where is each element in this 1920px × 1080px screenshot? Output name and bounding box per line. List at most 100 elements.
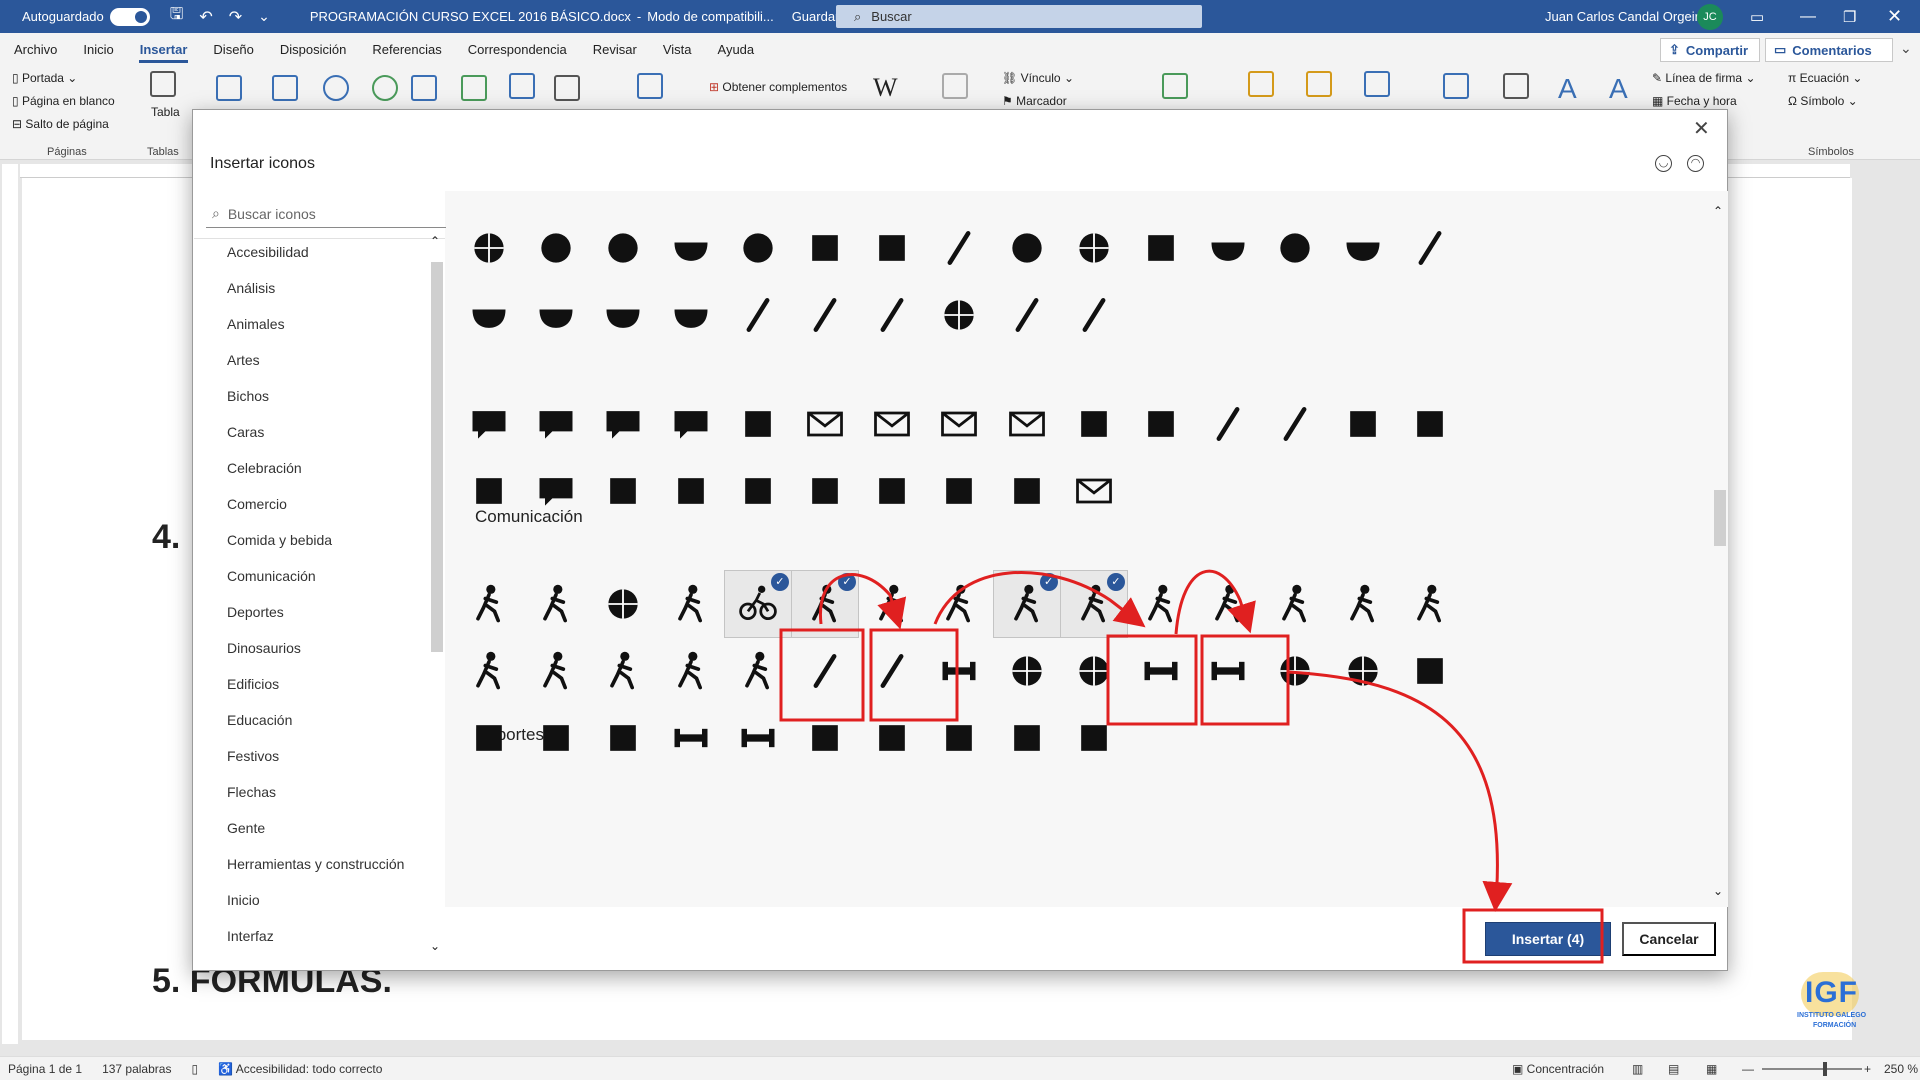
avatar[interactable]: JC [1697, 4, 1723, 30]
link-button[interactable]: ⛓ Vínculo ⌄ [1002, 71, 1074, 85]
skiing-icon[interactable]: ✓ [791, 570, 859, 638]
kayak-icon[interactable] [925, 704, 993, 772]
get-addins-button[interactable]: ⊞ Obtener complementos [709, 80, 847, 94]
comments-button[interactable]: ▭ Comentarios [1765, 38, 1893, 62]
category-item[interactable]: Gente [205, 810, 453, 846]
cancel-button[interactable]: Cancelar [1622, 922, 1716, 956]
lollipop-icon[interactable] [1261, 214, 1329, 282]
comment-ribbon-icon[interactable] [1162, 73, 1188, 99]
icon-search-input[interactable]: ⌕ Buscar iconos [206, 200, 446, 228]
frown-feedback-icon[interactable]: ◠ [1687, 155, 1704, 172]
media-icon[interactable] [637, 73, 663, 99]
paperclip-icon[interactable] [589, 457, 657, 525]
tab-archivo[interactable]: Archivo [1, 33, 70, 65]
category-item[interactable]: Caras [205, 414, 453, 450]
avocado-icon[interactable] [724, 214, 792, 282]
category-scrollbar-thumb[interactable] [431, 262, 443, 652]
baby-bottle-icon[interactable] [1060, 281, 1128, 349]
print-layout-icon[interactable]: ▤ [1668, 1062, 1679, 1076]
cloche-icon[interactable] [589, 281, 657, 349]
dancing-icon[interactable] [657, 637, 725, 705]
tab-correspondencia[interactable]: Correspondencia [455, 33, 580, 65]
dumbbell-icon[interactable] [925, 637, 993, 705]
satellite-icon[interactable] [993, 457, 1061, 525]
cycling-icon[interactable]: ✓ [723, 570, 792, 638]
newspaper-icon[interactable] [1060, 457, 1128, 525]
megaphone-icon[interactable] [858, 457, 926, 525]
satellite-dish-icon[interactable] [925, 457, 993, 525]
rugby-icon[interactable] [1194, 637, 1262, 705]
category-scrollbar[interactable]: ⌃ ⌄ [428, 234, 444, 960]
chevron-up-icon[interactable]: ⌃ [430, 234, 440, 248]
read-mode-icon[interactable]: ▥ [1632, 1062, 1643, 1076]
category-item[interactable]: Herramientas y construcción [205, 846, 453, 882]
online-video-icon[interactable] [942, 73, 968, 99]
category-item[interactable]: Interfaz [205, 918, 453, 954]
close-window-icon[interactable]: ✕ [1887, 6, 1902, 27]
gymnast-icon[interactable] [522, 637, 590, 705]
icons-icon[interactable] [372, 75, 398, 101]
tab-ayuda[interactable]: Ayuda [705, 33, 768, 65]
phone-icon[interactable] [1396, 390, 1464, 458]
category-item[interactable]: Accesibilidad [205, 234, 453, 270]
soccer-player-icon[interactable] [522, 570, 590, 638]
sailboat-icon[interactable] [791, 704, 859, 772]
insert-button[interactable]: Insertar (4) [1485, 922, 1611, 956]
email-at-icon[interactable] [925, 390, 993, 458]
canoe-icon[interactable] [858, 704, 926, 772]
candy-icon[interactable] [925, 214, 993, 282]
grapes-icon[interactable] [589, 214, 657, 282]
text-box-icon[interactable] [1443, 73, 1469, 99]
tab-diseno[interactable]: Diseño [200, 33, 266, 65]
sport-balls-icon[interactable] [993, 637, 1061, 705]
pictures-icon[interactable] [216, 75, 242, 101]
page-break-button[interactable]: ⊟ Salto de página [12, 117, 109, 131]
category-item[interactable]: Animales [205, 306, 453, 342]
megaphone-person-icon[interactable] [791, 457, 859, 525]
chevron-down-icon[interactable]: ⌄ [1713, 884, 1723, 898]
cherries-icon[interactable] [522, 214, 590, 282]
footprints-icon[interactable] [1060, 704, 1128, 772]
category-item[interactable]: Comercio [205, 486, 453, 522]
golf-bag-icon[interactable] [522, 704, 590, 772]
autosave-toggle[interactable] [109, 7, 150, 26]
swimming-wave-icon[interactable] [1329, 570, 1397, 638]
cake-slice-icon[interactable] [1194, 214, 1262, 282]
weightlifting-icon[interactable] [455, 637, 523, 705]
football-icon[interactable] [1127, 637, 1195, 705]
focus-mode-button[interactable]: ▣ Concentración [1512, 1062, 1604, 1076]
category-item[interactable]: Análisis [205, 270, 453, 306]
zoom-level[interactable]: 250 % [1884, 1062, 1918, 1076]
category-item[interactable]: Edificios [205, 666, 453, 702]
smartart-icon[interactable] [461, 75, 487, 101]
swimmer-icon[interactable] [1396, 570, 1464, 638]
volleyball-player-icon[interactable] [589, 570, 657, 638]
category-item[interactable]: Comida y bebida [205, 522, 453, 558]
close-dialog-icon[interactable]: ✕ [1693, 116, 1710, 141]
conversation-icon[interactable] [589, 390, 657, 458]
bookmark-button[interactable]: ⚑ Marcador [1002, 94, 1067, 108]
3d-models-icon[interactable] [411, 75, 437, 101]
cover-page-button[interactable]: ▯ Portada ⌄ [12, 71, 77, 85]
cupcake-icon[interactable] [993, 214, 1061, 282]
category-item[interactable]: Comunicación [205, 558, 453, 594]
place-setting-icon[interactable] [657, 281, 725, 349]
save-icon[interactable]: 🖫 [170, 3, 184, 30]
golf-icon[interactable] [925, 570, 993, 638]
skateboard-icon[interactable] [724, 704, 792, 772]
rotary-phone-icon[interactable] [455, 457, 523, 525]
skating-icon[interactable]: ✓ [1059, 570, 1128, 638]
search-box[interactable]: ⌕ Buscar [836, 5, 1202, 28]
tab-revisar[interactable]: Revisar [580, 33, 650, 65]
restore-icon[interactable]: ❐ [1843, 8, 1856, 26]
screenshot-icon[interactable] [554, 75, 580, 101]
page-number-icon[interactable] [1364, 71, 1390, 97]
chevron-up-icon[interactable]: ⌃ [1713, 204, 1723, 218]
category-item[interactable]: Artes [205, 342, 453, 378]
soccer-ball-icon[interactable] [1261, 637, 1329, 705]
drop-cap-icon[interactable]: A [1609, 73, 1635, 104]
zoom-out-icon[interactable]: — [1742, 1062, 1754, 1076]
network-icon[interactable] [724, 390, 792, 458]
mug-icon[interactable] [858, 214, 926, 282]
quick-parts-icon[interactable] [1503, 73, 1529, 99]
